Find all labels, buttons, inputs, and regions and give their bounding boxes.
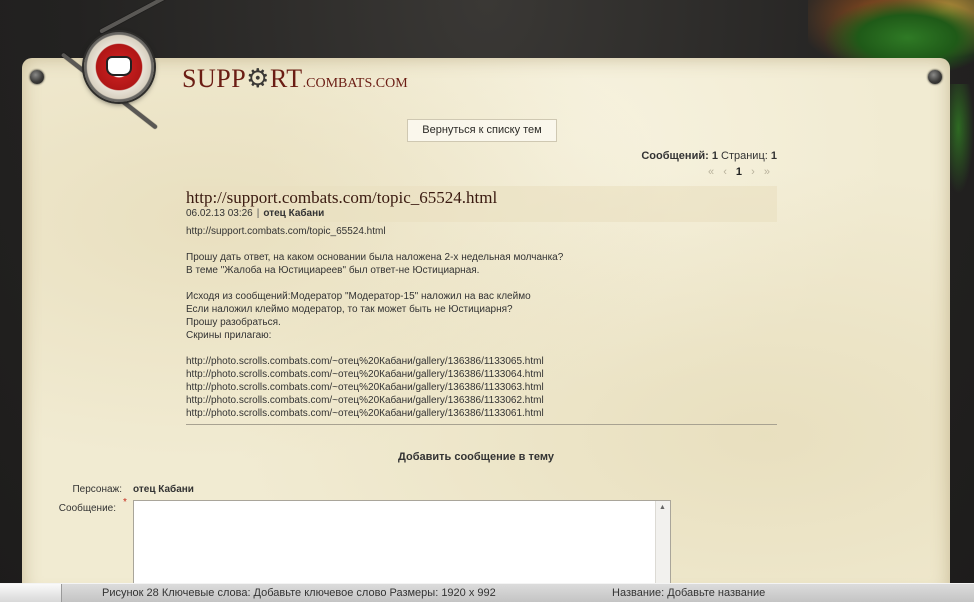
post-line: Прошу разобраться. (186, 317, 281, 328)
post-date: 06.02.13 03:26 (186, 208, 253, 219)
post-line: Если наложил клеймо модератор, то так мо… (186, 304, 513, 315)
post-link[interactable]: http://photo.scrolls.combats.com/~отец%2… (186, 381, 776, 394)
rivet-icon (30, 70, 44, 84)
character-value: отец Кабани (133, 484, 194, 495)
message-label: Сообщение: (58, 503, 116, 514)
site-logo[interactable] (84, 32, 154, 102)
messages-count: 1 (711, 150, 718, 162)
pagination: « ‹ 1 › » (708, 166, 773, 178)
fist-icon (106, 56, 132, 76)
last-page-icon[interactable]: » (764, 166, 773, 178)
post-line (186, 342, 776, 355)
post-line[interactable]: http://support.combats.com/topic_65524.h… (186, 225, 776, 238)
post-divider (186, 424, 777, 425)
pages-count: 1 (770, 150, 777, 162)
image-properties-text: Рисунок 28 Ключевые слова: Добавьте ключ… (102, 587, 496, 599)
topic-title: http://support.combats.com/topic_65524.h… (186, 188, 498, 207)
site-title[interactable]: SUPP⚙RT.COMBATS.COM (182, 64, 408, 94)
post-line: Исходя из сообщений:Модератор "Модератор… (186, 291, 531, 302)
messages-label: Сообщений: (641, 150, 709, 162)
next-page-icon[interactable]: › (751, 166, 758, 178)
post-author[interactable]: отец Кабани (263, 208, 324, 219)
topic-meta: 06.02.13 03:26 | отец Кабани (186, 208, 324, 219)
meta-separator: | (256, 208, 260, 219)
bottom-status-strip: Рисунок 28 Ключевые слова: Добавьте ключ… (0, 583, 974, 602)
site-name: SUPP (182, 64, 247, 93)
rivet-icon (928, 70, 942, 84)
site-domain: .COMBATS.COM (302, 76, 408, 91)
character-artwork-side (948, 84, 974, 194)
post-link[interactable]: http://photo.scrolls.combats.com/~отец%2… (186, 394, 776, 407)
post-line: В теме "Жалоба на Юстициареев" был ответ… (186, 265, 480, 276)
required-mark: * (123, 497, 127, 508)
post-line: Скрины прилагаю: (186, 330, 272, 341)
post-line (186, 277, 776, 290)
post-link[interactable]: http://photo.scrolls.combats.com/~отец%2… (186, 407, 776, 420)
first-page-icon[interactable]: « (708, 166, 717, 178)
site-name-tail: RT (269, 64, 303, 93)
gear-icon: ⚙ (246, 64, 270, 93)
character-label: Персонаж: (72, 484, 122, 495)
post-line: Прошу дать ответ, на каком основании был… (186, 252, 564, 263)
add-message-heading: Добавить сообщение в тему (398, 451, 554, 463)
post-link[interactable]: http://photo.scrolls.combats.com/~отец%2… (186, 368, 776, 381)
strip-edge (0, 584, 62, 602)
message-textarea[interactable]: ▲ (133, 500, 671, 588)
textarea-scrollbar[interactable]: ▲ (655, 501, 670, 587)
back-to-list-button[interactable]: Вернуться к списку тем (407, 119, 557, 142)
topic-stats: Сообщений: 1 Страниц: 1 (641, 150, 777, 162)
post-link[interactable]: http://photo.scrolls.combats.com/~отец%2… (186, 355, 776, 368)
scroll-up-icon[interactable]: ▲ (659, 504, 666, 511)
post-body: http://support.combats.com/topic_65524.h… (186, 225, 776, 420)
pages-label: Страниц: (721, 150, 768, 162)
current-page[interactable]: 1 (736, 166, 745, 178)
prev-page-icon[interactable]: ‹ (723, 166, 730, 178)
image-title-text: Название: Добавьте название (612, 587, 766, 599)
post-line (186, 238, 776, 251)
